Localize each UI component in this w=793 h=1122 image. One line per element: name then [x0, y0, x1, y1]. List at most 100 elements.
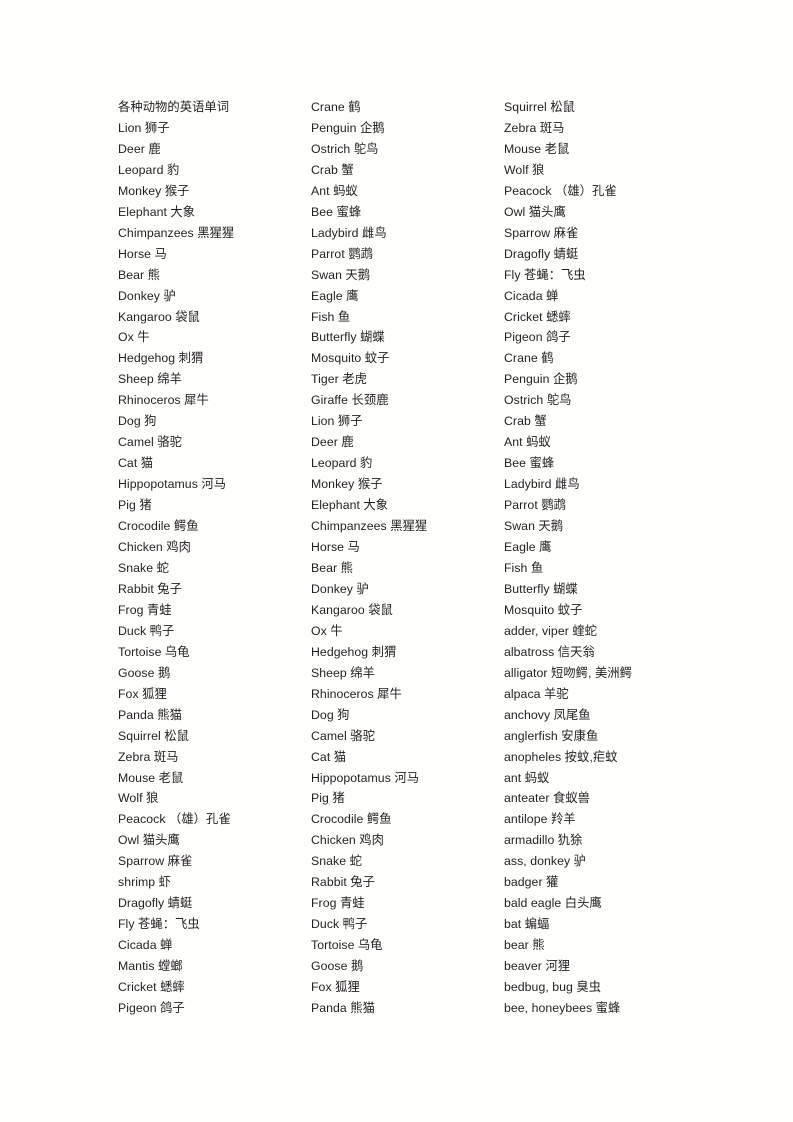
vocabulary-entry: antilope 羚羊	[504, 812, 576, 827]
vocabulary-entry: Rabbit 兔子	[118, 581, 183, 596]
vocabulary-column-2: Crane 鹤 Penguin 企鹅 Ostrich 鸵鸟 Crab 蟹 Ant 蚂蚁 B…	[311, 97, 504, 1019]
vocabulary-entry: alpaca 羊驼	[504, 686, 569, 701]
vocabulary-entry: Lion 狮子	[118, 120, 170, 135]
vocabulary-entry: Chicken 鸡肉	[118, 540, 191, 555]
vocabulary-entry: Chimpanzees 黑猩猩	[118, 225, 235, 240]
vocabulary-entry: Deer 鹿	[311, 435, 354, 450]
vocabulary-entry: Horse 马	[118, 246, 167, 261]
vocabulary-entry: beaver 河狸	[504, 959, 571, 974]
vocabulary-entry: Eagle 鹰	[311, 288, 359, 303]
vocabulary-entry: bat 蝙蝠	[504, 917, 550, 932]
vocabulary-entry: Frog 青蛙	[118, 602, 172, 617]
vocabulary-entry: Hippopotamus 河马	[311, 770, 420, 785]
vocabulary-entry: anteater 食蚁兽	[504, 791, 591, 806]
vocabulary-entry: Lion 狮子	[311, 414, 363, 429]
vocabulary-entry: Ant 蚂蚁	[311, 183, 358, 198]
word-list-columns: 各种动物的英语单词 Lion 狮子 Deer 鹿 Leopard 豹 Monkey 猴子…	[118, 97, 738, 1019]
vocabulary-entry: Penguin 企鹅	[504, 372, 578, 387]
vocabulary-entry: Mouse 老鼠	[118, 770, 184, 785]
vocabulary-entry: Donkey 驴	[118, 288, 176, 303]
vocabulary-entry: Deer 鹿	[118, 141, 161, 156]
vocabulary-column-1: 各种动物的英语单词 Lion 狮子 Deer 鹿 Leopard 豹 Monkey 猴子…	[118, 97, 311, 1019]
vocabulary-entry: Parrot 鹦鹉	[504, 498, 566, 513]
vocabulary-entry: Sheep 绵羊	[118, 372, 182, 387]
vocabulary-entry: Leopard 豹	[311, 456, 373, 471]
vocabulary-entry: Swan 天鹅	[311, 267, 371, 282]
vocabulary-entry: shrimp 虾	[118, 875, 172, 890]
vocabulary-entry: 各种动物的英语单词	[118, 100, 230, 114]
vocabulary-entry: Fly 苍蝇：飞虫	[504, 267, 586, 282]
vocabulary-entry: Fox 狐狸	[311, 980, 360, 995]
vocabulary-entry: Wolf 狼	[504, 162, 545, 177]
vocabulary-entry: Kangaroo 袋鼠	[118, 309, 200, 324]
vocabulary-entry: Pig 猪	[118, 498, 152, 513]
vocabulary-entry: Giraffe 长颈鹿	[311, 393, 389, 408]
vocabulary-entry: Frog 青蛙	[311, 896, 365, 911]
vocabulary-entry: Monkey 猴子	[118, 183, 190, 198]
vocabulary-entry: Dragofly 蜻蜓	[118, 896, 193, 911]
vocabulary-entry: Pigeon 鸽子	[504, 330, 571, 345]
vocabulary-entry: Cat 猫	[118, 456, 154, 471]
vocabulary-entry: armadillo 犰狳	[504, 833, 583, 848]
vocabulary-entry: Rhinoceros 犀牛	[118, 393, 209, 408]
vocabulary-entry: Crocodile 鳄鱼	[118, 519, 199, 534]
vocabulary-entry: Horse 马	[311, 540, 360, 555]
vocabulary-entry: Cricket 蟋蟀	[504, 309, 571, 324]
vocabulary-entry: Ox 牛	[311, 623, 343, 638]
vocabulary-entry: Tiger 老虎	[311, 372, 367, 387]
vocabulary-entry: Crane 鹤	[504, 351, 554, 366]
vocabulary-entry: Eagle 鹰	[504, 540, 552, 555]
vocabulary-entry: Ox 牛	[118, 330, 150, 345]
vocabulary-entry: albatross 信天翁	[504, 644, 595, 659]
vocabulary-entry: Fox 狐狸	[118, 686, 167, 701]
vocabulary-entry: Squirrel 松鼠	[118, 728, 189, 743]
vocabulary-entry: Elephant 大象	[311, 498, 389, 513]
vocabulary-entry: Dog 狗	[118, 414, 157, 429]
vocabulary-entry: Dog 狗	[311, 707, 350, 722]
vocabulary-entry: ass, donkey 驴	[504, 854, 586, 869]
vocabulary-entry: Peacock （雄）孔雀	[504, 183, 617, 198]
vocabulary-entry: Snake 蛇	[311, 854, 362, 869]
vocabulary-entry: Donkey 驴	[311, 581, 369, 596]
vocabulary-entry: Rabbit 兔子	[311, 875, 376, 890]
vocabulary-entry: Fish 鱼	[311, 309, 351, 324]
vocabulary-entry: Elephant 大象	[118, 204, 196, 219]
vocabulary-entry: Crane 鹤	[311, 100, 361, 114]
vocabulary-entry: Owl 猫头鹰	[118, 833, 180, 848]
vocabulary-entry: bear 熊	[504, 938, 545, 953]
vocabulary-entry: bedbug, bug 臭虫	[504, 980, 602, 995]
vocabulary-entry: Crocodile 鳄鱼	[311, 812, 392, 827]
vocabulary-entry: Ostrich 鸵鸟	[504, 393, 572, 408]
vocabulary-entry: Crab 蟹	[311, 162, 354, 177]
vocabulary-entry: Monkey 猴子	[311, 477, 383, 492]
vocabulary-entry: anglerfish 安康鱼	[504, 728, 599, 743]
vocabulary-entry: Squirrel 松鼠	[504, 100, 575, 114]
vocabulary-entry: Mosquito 蚊子	[311, 351, 390, 366]
vocabulary-entry: Cicada 蝉	[504, 288, 559, 303]
vocabulary-entry: Ostrich 鸵鸟	[311, 141, 379, 156]
vocabulary-entry: alligator 短吻鳄, 美洲鳄	[504, 665, 632, 680]
vocabulary-entry: Penguin 企鹅	[311, 120, 385, 135]
vocabulary-entry: Wolf 狼	[118, 791, 159, 806]
vocabulary-entry: Hedgehog 刺猬	[118, 351, 204, 366]
vocabulary-entry: Peacock （雄）孔雀	[118, 812, 231, 827]
vocabulary-entry: Bear 熊	[118, 267, 160, 282]
vocabulary-entry: Panda 熊猫	[118, 707, 182, 722]
vocabulary-entry: Zebra 斑马	[118, 749, 179, 764]
vocabulary-entry: Mantis 螳螂	[118, 959, 183, 974]
vocabulary-entry: Dragofly 蜻蜓	[504, 246, 579, 261]
vocabulary-entry: Cricket 蟋蟀	[118, 980, 185, 995]
vocabulary-entry: Sparrow 麻雀	[504, 225, 579, 240]
vocabulary-entry: Duck 鸭子	[118, 623, 175, 638]
vocabulary-entry: Ladybird 雌鸟	[311, 225, 387, 240]
vocabulary-column-3: Squirrel 松鼠 Zebra 斑马 Mouse 老鼠 Wolf 狼 Peacock…	[504, 97, 738, 1019]
vocabulary-entry: Goose 鹅	[311, 959, 364, 974]
vocabulary-entry: Owl 猫头鹰	[504, 204, 566, 219]
vocabulary-entry: Goose 鹅	[118, 665, 171, 680]
vocabulary-entry: Crab 蟹	[504, 414, 547, 429]
vocabulary-entry: badger 獾	[504, 875, 559, 890]
vocabulary-entry: Bee 蜜蜂	[311, 204, 362, 219]
vocabulary-entry: Chimpanzees 黑猩猩	[311, 519, 428, 534]
vocabulary-entry: Pigeon 鸽子	[118, 1000, 185, 1015]
vocabulary-entry: Hedgehog 刺猬	[311, 644, 397, 659]
